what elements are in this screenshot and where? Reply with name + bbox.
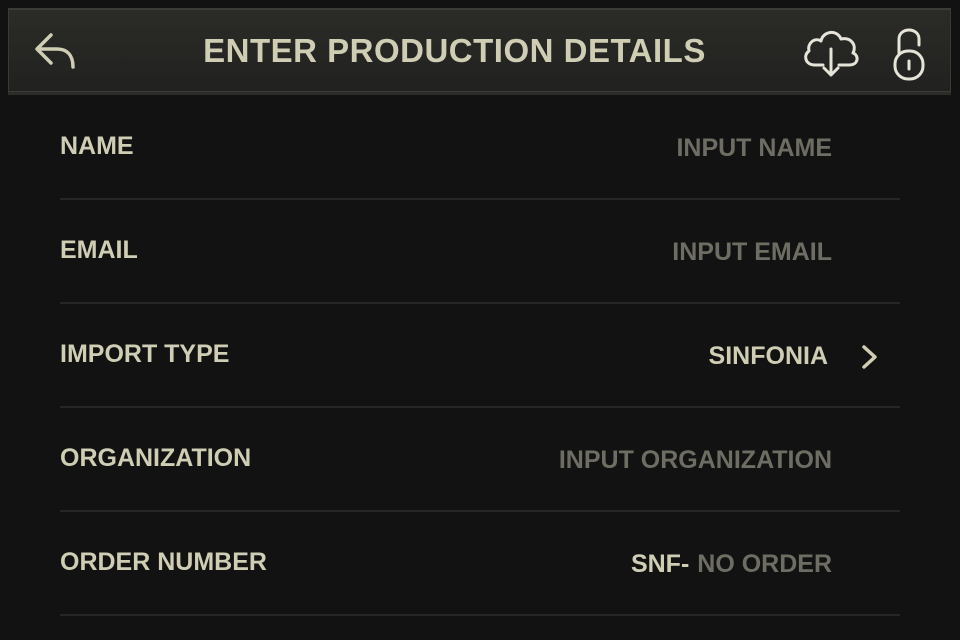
unlocked-padlock-icon[interactable]	[891, 23, 927, 83]
header-bar: ENTER PRODUCTION DETAILS	[8, 8, 951, 92]
order-number-prefix: SNF-	[630, 550, 690, 578]
name-label: NAME	[60, 132, 134, 160]
production-details-form: NAME INPUT NAME EMAIL INPUT EMAIL IMPORT…	[60, 96, 900, 616]
email-input[interactable]: INPUT EMAIL	[672, 200, 832, 304]
email-row[interactable]: EMAIL INPUT EMAIL	[60, 200, 900, 304]
import-type-label: IMPORT TYPE	[60, 340, 230, 368]
import-type-value[interactable]: SINFONIA	[709, 304, 828, 408]
order-number-input[interactable]: NO ORDER	[697, 550, 832, 578]
name-input[interactable]: INPUT NAME	[676, 96, 832, 200]
order-number-row[interactable]: ORDER NUMBER SNF- NO ORDER	[60, 512, 900, 616]
production-details-screen: ENTER PRODUCTION DETAILS NAME INPUT NAME…	[0, 0, 960, 640]
cloud-download-icon[interactable]	[799, 25, 863, 81]
order-number-field[interactable]: SNF- NO ORDER	[631, 512, 832, 616]
organization-row[interactable]: ORGANIZATION INPUT ORGANIZATION	[60, 408, 900, 512]
import-type-row[interactable]: IMPORT TYPE SINFONIA	[60, 304, 900, 408]
order-number-label: ORDER NUMBER	[60, 548, 267, 576]
organization-input[interactable]: INPUT ORGANIZATION	[559, 408, 832, 512]
email-label: EMAIL	[60, 236, 138, 264]
chevron-right-icon[interactable]	[860, 344, 880, 370]
name-row[interactable]: NAME INPUT NAME	[60, 96, 900, 200]
organization-label: ORGANIZATION	[60, 444, 252, 472]
